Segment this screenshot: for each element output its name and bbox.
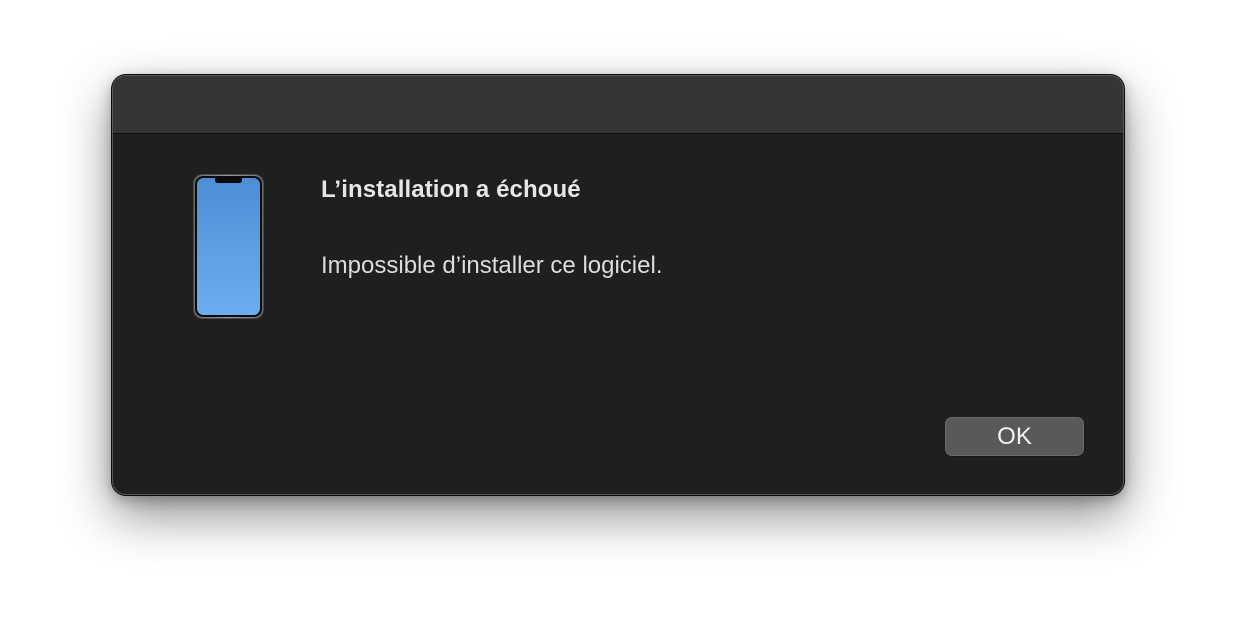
iphone-icon [193, 174, 264, 319]
dialog-message: Impossible d’installer ce logiciel. [321, 252, 663, 279]
ok-button[interactable]: OK [945, 417, 1084, 456]
dialog-title: L’installation a échoué [321, 176, 581, 203]
alert-dialog: L’installation a échoué Impossible d’ins… [112, 75, 1124, 495]
title-bar[interactable] [113, 76, 1123, 134]
